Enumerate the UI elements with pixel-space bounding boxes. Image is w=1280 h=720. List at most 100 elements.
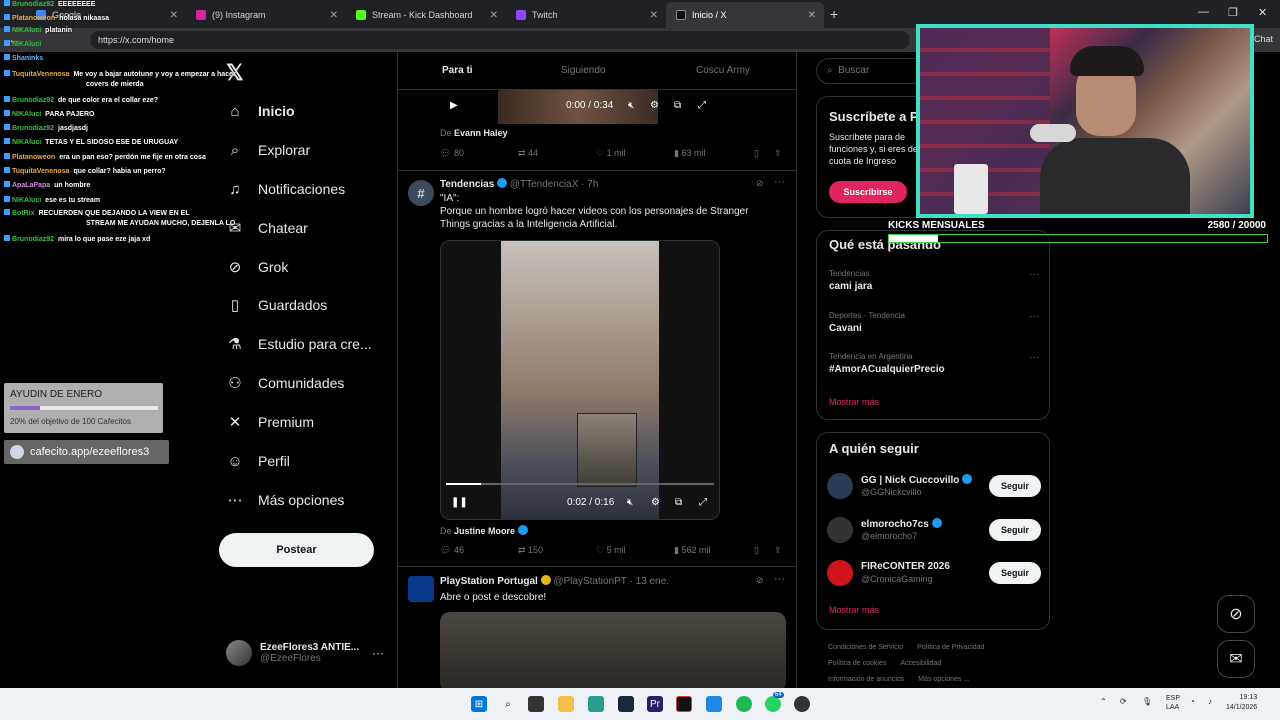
tendencias-avatar[interactable]: # [408, 180, 434, 206]
nav-bookmarks[interactable]: ▯ Guardados [226, 296, 327, 314]
chat-message: Shaninks [4, 54, 254, 63]
follow-suggestion[interactable]: elmorocho7cs @elmorocho7 Seguir [827, 517, 1041, 545]
follow-suggestion[interactable]: FIReCONTER 2026 @CronicaGaming Seguir [827, 560, 1041, 588]
windows-start-icon[interactable]: ⊞ [471, 696, 487, 712]
trend-item[interactable]: Deportes · Tendencia Cavani ··· [829, 311, 1039, 334]
tab-twitch[interactable]: Twitch ✕ [506, 2, 666, 28]
mic-icon[interactable]: 🎙︎ [1142, 697, 1152, 706]
post-button[interactable]: Postear [219, 533, 374, 567]
video-progress-bar[interactable] [446, 483, 714, 485]
minimize-button[interactable]: — [1198, 6, 1209, 18]
tab-coscu-army[interactable]: Coscu Army [696, 65, 750, 76]
subscribe-button[interactable]: Suscribirse [829, 181, 907, 203]
account-switcher[interactable]: EzeeFlores3 ANTIE... @EzeeFlores ··· [226, 640, 386, 666]
retweet-button[interactable]: ⇄ 44 [518, 148, 538, 159]
github-icon[interactable] [794, 696, 810, 712]
fullscreen-icon[interactable]: ⤢ [698, 100, 706, 111]
tweet2-video[interactable]: ❚❚ 0:02 / 0:16 🔇︎ ⚙ ⧉ ⤢ [440, 240, 720, 520]
nav-premium[interactable]: ✕ Premium [226, 413, 314, 431]
premiere-icon[interactable]: Pr [647, 696, 663, 712]
tab-for-you[interactable]: Para ti [442, 65, 473, 76]
spotify-icon[interactable] [736, 696, 752, 712]
mute-icon[interactable]: 🔇︎ [628, 100, 634, 111]
tab-x-home[interactable]: Inicio / X ✕ [666, 2, 824, 28]
app-icon[interactable] [706, 696, 722, 712]
reply-button[interactable]: 💬︎ 46 [440, 545, 464, 556]
pause-icon[interactable]: ❚❚ [451, 497, 468, 508]
follow-button[interactable]: Seguir [989, 519, 1041, 541]
trend-item[interactable]: Tendencia en Argentina #AmorACualquierPr… [829, 352, 1039, 375]
badge-icon [4, 153, 10, 159]
like-button[interactable]: ♡ 5 mil [596, 545, 626, 556]
show-more-link[interactable]: Mostrar más [829, 397, 879, 407]
network-icon[interactable]: ◔ [1190, 697, 1195, 706]
more-icon[interactable]: ··· [1029, 311, 1039, 322]
file-explorer-icon[interactable] [558, 696, 574, 712]
sync-icon[interactable]: ⟳ [1120, 697, 1127, 706]
nav-more[interactable]: ⋯ Más opciones [226, 491, 345, 509]
settings-icon[interactable]: ⚙ [650, 100, 659, 111]
close-icon[interactable]: ✕ [490, 10, 498, 21]
chat-message: Platanoweon holasa nikaasa [4, 14, 254, 23]
close-window-button[interactable]: ✕ [1258, 6, 1267, 19]
retweet-button[interactable]: ⇄ 150 [518, 545, 543, 556]
share-icon[interactable]: ⇪ [774, 148, 782, 159]
nav-profile[interactable]: ☺ Perfil [226, 452, 290, 470]
bookmark-icon[interactable]: ▯ [754, 545, 759, 556]
obs-icon[interactable] [676, 696, 692, 712]
reply-button[interactable]: 💬︎ 80 [440, 148, 464, 159]
badge-icon [4, 110, 10, 116]
more-icon[interactable]: ··· [1029, 352, 1039, 363]
nav-communities[interactable]: ⚇ Comunidades [226, 374, 344, 392]
tab-following[interactable]: Siguiendo [561, 65, 605, 76]
maximize-button[interactable]: ❐ [1228, 6, 1238, 19]
language-indicator[interactable]: ESP LAA [1166, 694, 1180, 712]
mute-icon[interactable]: 🔇︎ [627, 497, 633, 508]
close-icon[interactable]: ✕ [650, 10, 658, 21]
badge-icon [4, 70, 10, 76]
views-button[interactable]: ▮ 562 mil [674, 545, 710, 556]
more-icon[interactable]: ··· [774, 573, 785, 585]
grok-icon[interactable]: ⊘ [756, 178, 764, 189]
playstation-avatar[interactable] [408, 576, 434, 602]
more-icon[interactable]: ··· [372, 646, 384, 660]
chat-username: NIKAluci [12, 27, 42, 34]
divider [398, 170, 796, 171]
trend-item[interactable]: Tendencias cami jara ··· [829, 269, 1039, 292]
like-button[interactable]: ♡ 1 mil [596, 148, 626, 159]
messages-icon[interactable]: ✉ [1217, 640, 1255, 678]
share-icon[interactable]: ⇪ [774, 545, 782, 556]
tweet3-image[interactable] [440, 612, 786, 688]
grok-icon[interactable]: ⊘ [1217, 595, 1255, 633]
close-icon[interactable]: ✕ [330, 10, 338, 21]
edge-icon[interactable] [588, 696, 604, 712]
chat-side-label[interactable]: Chat [1254, 34, 1273, 44]
grok-icon[interactable]: ⊘ [756, 575, 764, 586]
new-tab-button[interactable]: + [830, 6, 838, 22]
nav-grok[interactable]: ⊘ Grok [226, 258, 289, 276]
show-more-link[interactable]: Mostrar más [829, 605, 879, 615]
task-view-icon[interactable] [528, 696, 544, 712]
close-icon[interactable]: ✕ [808, 10, 816, 21]
views-button[interactable]: ▮ 63 mil [674, 148, 705, 159]
search-icon[interactable]: ⌕ [500, 696, 516, 712]
follow-button[interactable]: Seguir [989, 562, 1041, 584]
pip-icon[interactable]: ⧉ [674, 100, 681, 111]
more-icon[interactable]: ··· [1029, 269, 1039, 280]
more-icon[interactable]: ··· [774, 176, 785, 188]
follow-button[interactable]: Seguir [989, 475, 1041, 497]
settings-icon[interactable]: ⚙ [651, 497, 660, 508]
clock[interactable]: 19:13 14/1/2026 [1226, 693, 1257, 713]
chevron-up-icon[interactable]: ⌃ [1100, 697, 1107, 706]
timeline: Para ti Siguiendo Coscu Army ▶ 0:00 / 0:… [397, 52, 797, 688]
whatsapp-icon[interactable] [765, 696, 781, 712]
play-icon[interactable]: ▶ [450, 100, 458, 111]
nav-creator-studio[interactable]: ⚗ Estudio para cre... [226, 335, 371, 353]
tab-kick-dashboard[interactable]: Stream - Kick Dashboard ✕ [346, 2, 506, 28]
follow-suggestion[interactable]: GG | Nick Cuccovillo @GGNickcvillo Segui… [827, 473, 1041, 501]
bookmark-icon[interactable]: ▯ [754, 148, 759, 159]
steam-icon[interactable] [618, 696, 634, 712]
fullscreen-icon[interactable]: ⤢ [699, 497, 707, 508]
pip-icon[interactable]: ⧉ [675, 497, 682, 508]
volume-icon[interactable]: ♪ [1208, 697, 1212, 706]
